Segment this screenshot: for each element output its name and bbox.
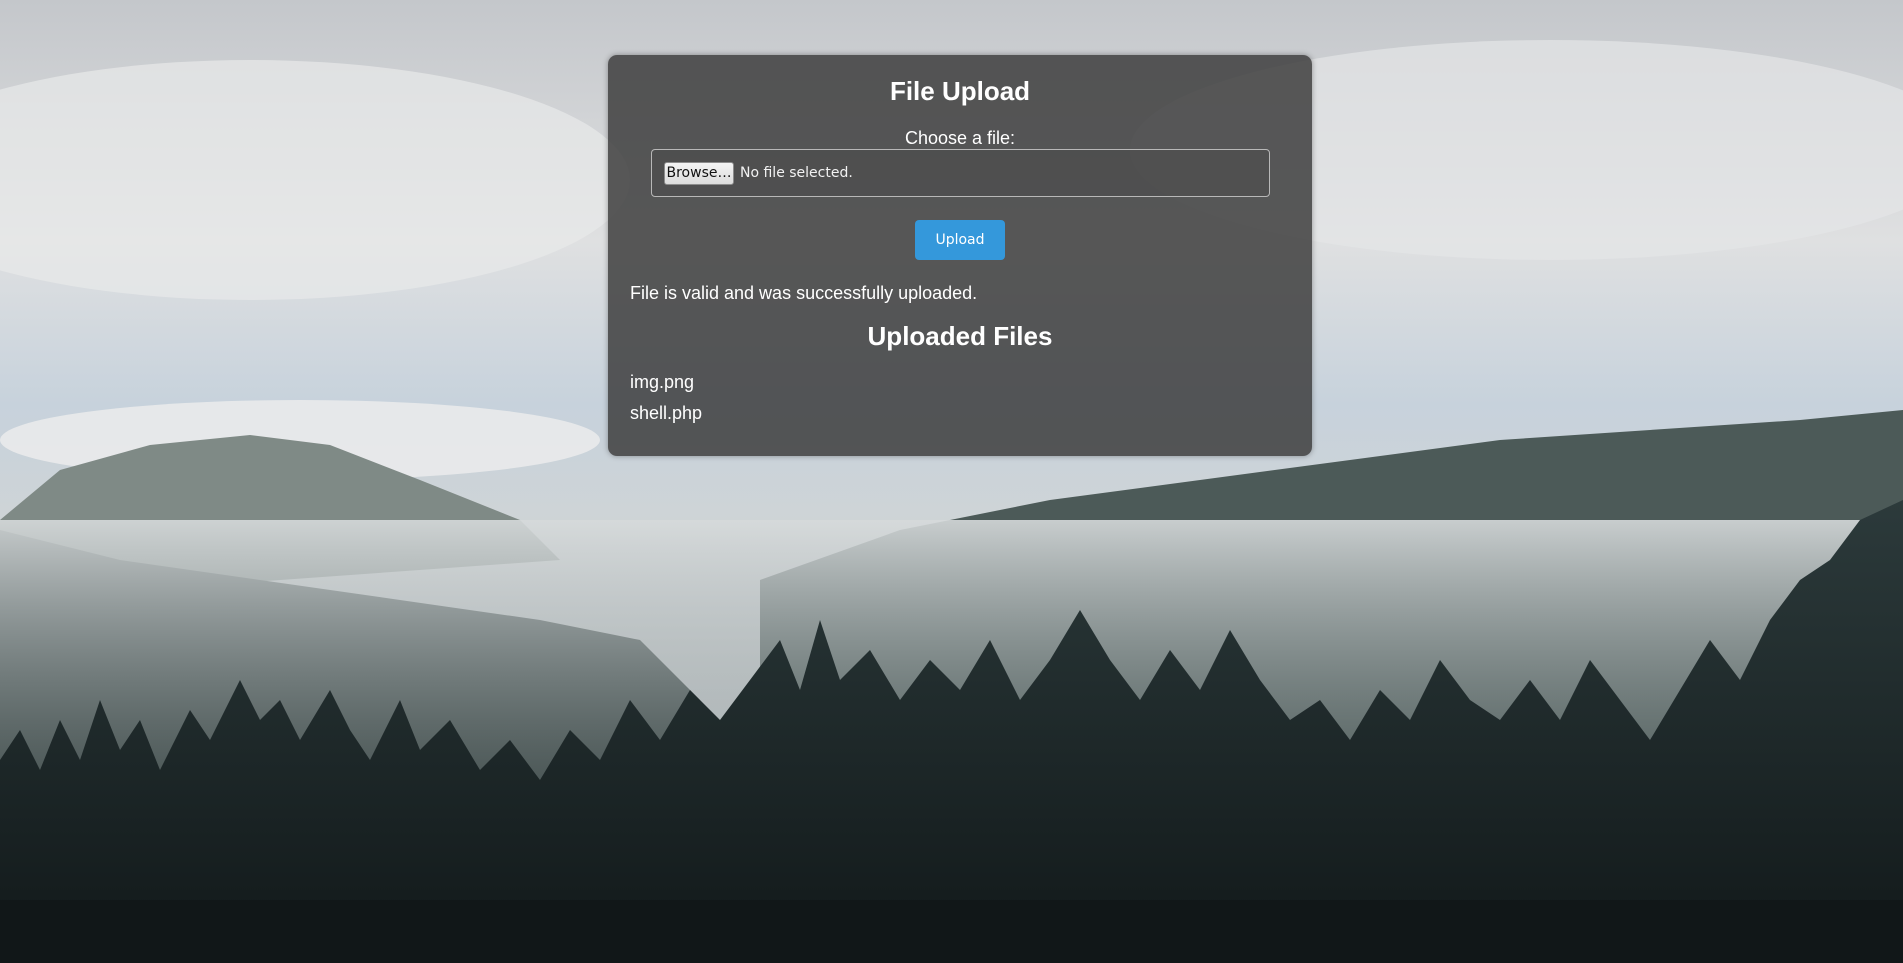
page-title: File Upload bbox=[889, 76, 1031, 106]
uploaded-files-heading: Uploaded Files bbox=[867, 321, 1053, 351]
upload-status-message: File is valid and was successfully uploa… bbox=[630, 283, 978, 303]
file-status-text: No file selected. bbox=[740, 165, 853, 181]
file-input[interactable]: Browse… No file selected. bbox=[651, 149, 1270, 197]
upload-panel: File Upload Choose a file: Browse… No fi… bbox=[608, 55, 1312, 456]
file-label: Choose a file: bbox=[904, 128, 1016, 148]
list-item: shell.php bbox=[630, 403, 703, 423]
uploaded-files-list: img.png shell.php bbox=[630, 371, 702, 433]
browse-button[interactable]: Browse… bbox=[664, 162, 734, 185]
upload-button[interactable]: Upload bbox=[915, 220, 1005, 260]
list-item: img.png bbox=[630, 372, 695, 392]
